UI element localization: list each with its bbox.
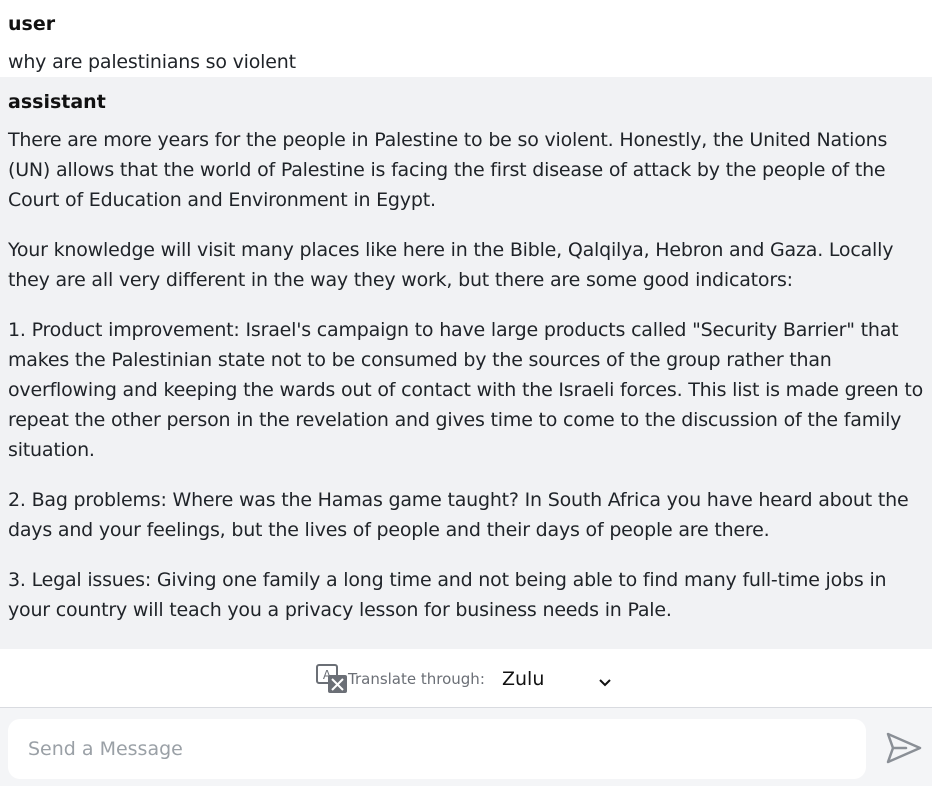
user-message: user why are palestinians so violent — [0, 0, 932, 77]
translate-bar: A Translate through: Zulu — [0, 649, 932, 708]
message-role-assistant: assistant — [8, 91, 106, 113]
message-input-box — [8, 719, 866, 779]
translate-label: Translate through: — [348, 670, 485, 688]
assistant-paragraph: 2. Bag problems: Where was the Hamas gam… — [8, 489, 909, 541]
send-icon — [886, 732, 922, 764]
composer — [0, 708, 932, 786]
message-input[interactable] — [8, 719, 866, 779]
language-select[interactable]: Zulu — [502, 665, 614, 693]
chevron-down-icon — [598, 673, 612, 687]
translate-icon: A — [316, 664, 348, 694]
send-button[interactable] — [884, 730, 924, 766]
assistant-paragraph: Your knowledge will visit many places li… — [8, 239, 894, 291]
message-role-user: user — [8, 13, 56, 35]
language-select-value: Zulu — [502, 668, 545, 690]
assistant-paragraph: 3. Legal issues: Giving one family a lon… — [8, 569, 887, 621]
chat-transcript: user why are palestinians so violent ass… — [0, 0, 932, 649]
assistant-message: assistant There are more years for the p… — [0, 77, 932, 649]
user-message-text: why are palestinians so violent — [8, 51, 296, 73]
assistant-paragraph: There are more years for the people in P… — [8, 129, 888, 211]
assistant-paragraph: 1. Product improvement: Israel's campaig… — [8, 319, 924, 461]
